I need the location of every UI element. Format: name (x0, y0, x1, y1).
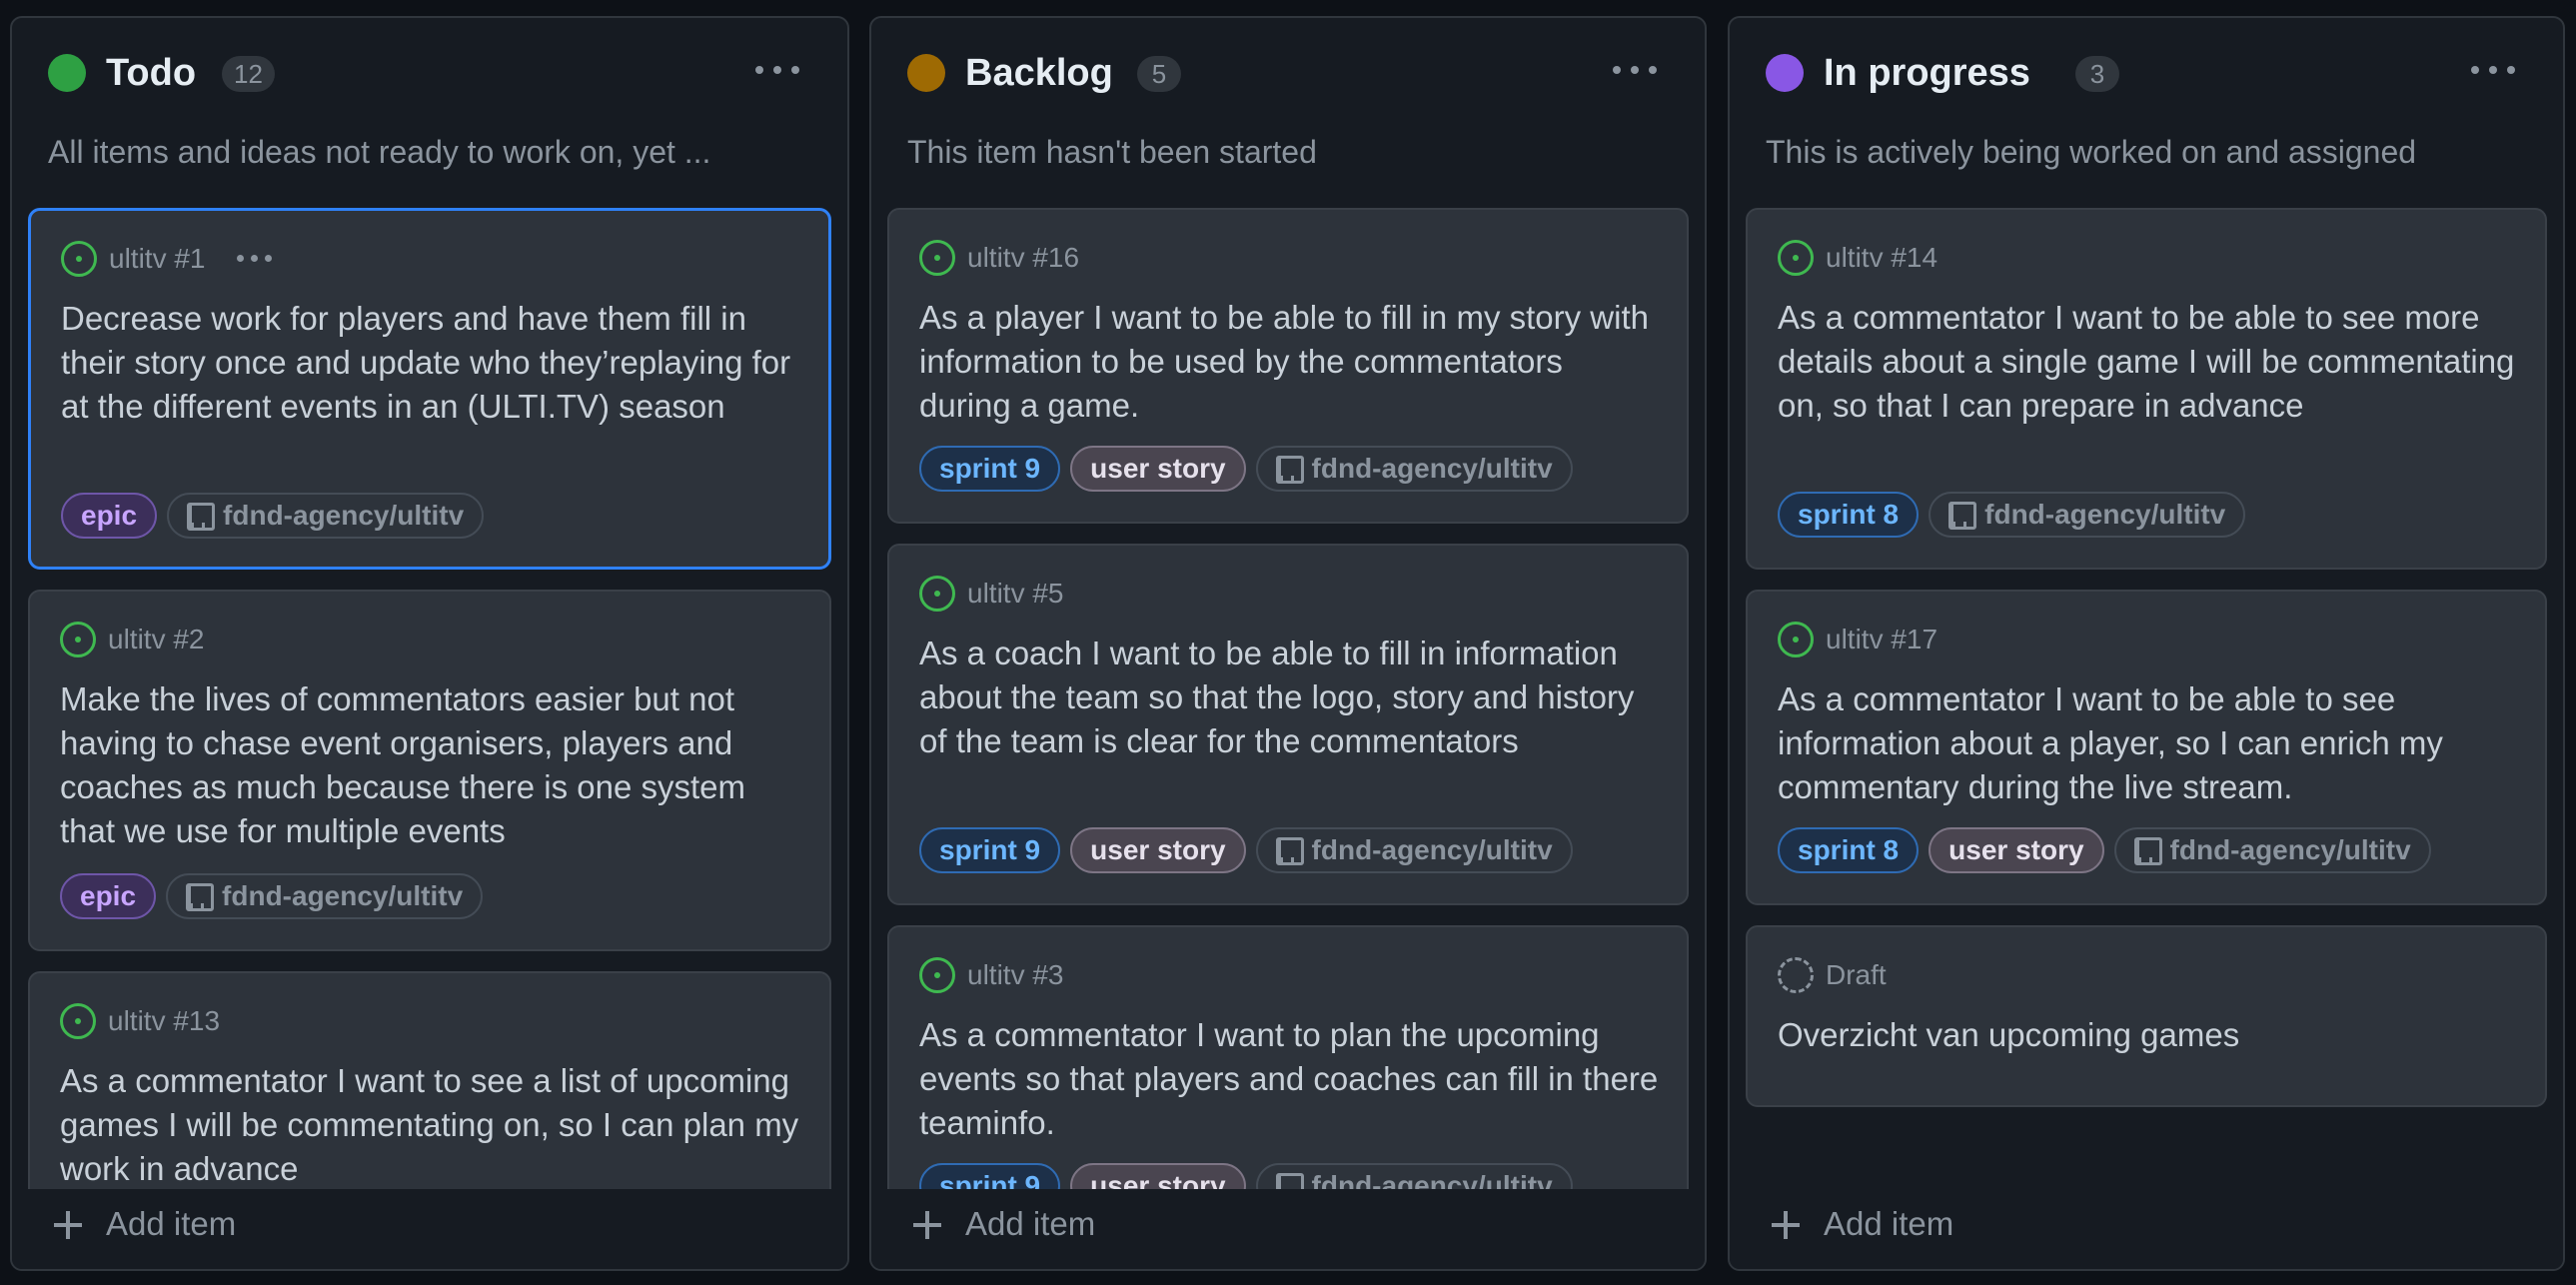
open-issue-icon (1778, 622, 1814, 657)
item-count-badge: 5 (1137, 56, 1181, 92)
column-description: This is actively being worked on and ass… (1766, 134, 2417, 170)
item-count-badge: 3 (2075, 56, 2119, 92)
column-backlog: Backlog 5 This item hasn't been started … (869, 16, 1707, 1271)
label-epic[interactable]: epic (60, 873, 157, 919)
label-user-story[interactable]: user story (1070, 446, 1246, 492)
column-title: Backlog (965, 52, 1113, 94)
card-title[interactable]: Decrease work for players and have them … (61, 297, 804, 429)
repo-name: fdnd-agency/ultitv (2169, 834, 2411, 865)
repo-icon (1274, 454, 1304, 484)
draft-label: Draft (1826, 959, 1887, 990)
issue-card[interactable]: ultitv #1 Decrease work for players and … (28, 208, 831, 570)
column-description: All items and ideas not ready to work on… (48, 134, 711, 170)
card-list: ultitv #1 Decrease work for players and … (28, 190, 831, 1193)
column-menu-icon[interactable] (2471, 66, 2515, 78)
card-title[interactable]: As a coach I want to be able to fill in … (919, 632, 1663, 763)
card-title[interactable]: Make the lives of commentators easier bu… (60, 677, 805, 853)
column-todo: Todo 12 All items and ideas not ready to… (10, 16, 849, 1271)
issue-card[interactable]: ultitv #16 As a player I want to be able… (887, 208, 1689, 524)
project-board: Todo 12 All items and ideas not ready to… (0, 0, 2576, 1285)
label-sprint[interactable]: sprint 8 (1778, 827, 1920, 873)
repo-label[interactable]: fdnd-agency/ultitv (1255, 827, 1573, 873)
issue-reference[interactable]: ultitv #14 (1826, 242, 1937, 274)
issue-reference[interactable]: ultitv #3 (967, 959, 1064, 991)
add-item-label: Add item (965, 1205, 1096, 1242)
column-header: In progress 3 This is actively being wor… (1730, 18, 2563, 198)
add-item-label: Add item (106, 1205, 237, 1242)
plus-icon (54, 1211, 82, 1239)
draft-card[interactable]: Draft Overzicht van upcoming games (1746, 925, 2547, 1107)
repo-name: fdnd-agency/ultitv (222, 880, 464, 911)
column-in-progress: In progress 3 This is actively being wor… (1728, 16, 2565, 1271)
add-item-button[interactable]: Add item (12, 1189, 847, 1269)
card-menu-icon[interactable] (237, 255, 281, 263)
plus-icon (1772, 1211, 1800, 1239)
card-title[interactable]: Overzicht van upcoming games (1778, 1013, 2521, 1057)
repo-icon (1274, 835, 1304, 865)
issue-reference[interactable]: ultitv #1 (109, 243, 206, 275)
open-issue-icon (60, 1003, 96, 1039)
plus-icon (913, 1211, 941, 1239)
issue-reference[interactable]: ultitv #2 (108, 624, 205, 655)
column-menu-icon[interactable] (755, 66, 799, 78)
card-list: ultitv #14 As a commentator I want to be… (1746, 190, 2547, 1193)
column-description: This item hasn't been started (907, 134, 1317, 170)
issue-reference[interactable]: ultitv #17 (1826, 624, 1937, 655)
issue-card[interactable]: ultitv #5 As a coach I want to be able t… (887, 544, 1689, 905)
repo-name: fdnd-agency/ultitv (1311, 453, 1553, 484)
repo-label[interactable]: fdnd-agency/ultitv (166, 873, 484, 919)
open-issue-icon (60, 622, 96, 657)
column-title: In progress (1824, 52, 2030, 94)
column-title: Todo (106, 52, 197, 94)
repo-label[interactable]: fdnd-agency/ultitv (1255, 446, 1573, 492)
status-dot-icon (1766, 54, 1804, 92)
issue-card[interactable]: ultitv #14 As a commentator I want to be… (1746, 208, 2547, 570)
repo-label[interactable]: fdnd-agency/ultitv (2113, 827, 2431, 873)
issue-card[interactable]: ultitv #13 As a commentator I want to se… (28, 971, 831, 1193)
repo-name: fdnd-agency/ultitv (223, 500, 465, 531)
card-title[interactable]: As a player I want to be able to fill in… (919, 296, 1663, 428)
card-title[interactable]: As a commentator I want to be able to se… (1778, 296, 2521, 428)
issue-reference[interactable]: ultitv #16 (967, 242, 1079, 274)
repo-name: fdnd-agency/ultitv (1984, 499, 2226, 530)
card-title[interactable]: As a commentator I want to plan the upco… (919, 1013, 1663, 1145)
label-sprint[interactable]: sprint 8 (1778, 492, 1920, 538)
issue-reference[interactable]: ultitv #5 (967, 578, 1064, 610)
label-sprint[interactable]: sprint 9 (919, 827, 1061, 873)
repo-icon (184, 881, 215, 911)
issue-card[interactable]: ultitv #3 As a commentator I want to pla… (887, 925, 1689, 1193)
label-epic[interactable]: epic (61, 493, 158, 539)
issue-card[interactable]: ultitv #17 As a commentator I want to be… (1746, 590, 2547, 905)
repo-icon (1946, 500, 1977, 530)
issue-card[interactable]: ultitv #2 Make the lives of commentators… (28, 590, 831, 951)
status-dot-icon (48, 54, 86, 92)
column-header: Todo 12 All items and ideas not ready to… (12, 18, 847, 198)
card-title[interactable]: As a commentator I want to see a list of… (60, 1059, 805, 1191)
card-title[interactable]: As a commentator I want to be able to se… (1778, 677, 2521, 809)
label-user-story[interactable]: user story (1070, 827, 1246, 873)
add-item-button[interactable]: Add item (1730, 1189, 2563, 1269)
repo-icon (2132, 835, 2162, 865)
repo-label[interactable]: fdnd-agency/ultitv (167, 493, 485, 539)
status-dot-icon (907, 54, 945, 92)
card-list: ultitv #16 As a player I want to be able… (887, 190, 1689, 1193)
column-header: Backlog 5 This item hasn't been started (871, 18, 1705, 198)
open-issue-icon (61, 241, 97, 277)
open-issue-icon (1778, 240, 1814, 276)
add-item-button[interactable]: Add item (871, 1189, 1705, 1269)
label-sprint[interactable]: sprint 9 (919, 446, 1061, 492)
item-count-badge: 12 (222, 56, 275, 92)
add-item-label: Add item (1824, 1205, 1954, 1242)
repo-label[interactable]: fdnd-agency/ultitv (1929, 492, 2246, 538)
label-user-story[interactable]: user story (1929, 827, 2104, 873)
open-issue-icon (919, 576, 955, 612)
repo-icon (185, 501, 216, 531)
repo-name: fdnd-agency/ultitv (1311, 834, 1553, 865)
open-issue-icon (919, 957, 955, 993)
open-issue-icon (919, 240, 955, 276)
column-menu-icon[interactable] (1613, 66, 1657, 78)
draft-icon (1778, 957, 1814, 993)
issue-reference[interactable]: ultitv #13 (108, 1005, 220, 1037)
